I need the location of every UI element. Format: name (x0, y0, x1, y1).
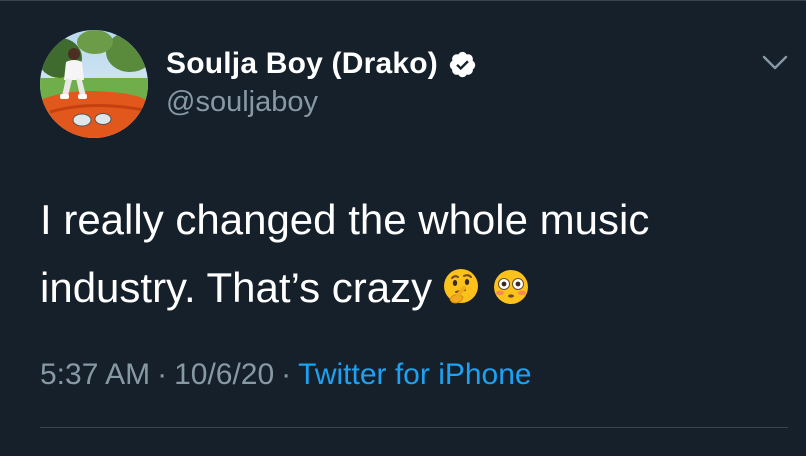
tweet-source-link[interactable]: Twitter for iPhone (298, 358, 531, 391)
tweet-detail-screen: Soulja Boy (Drako) @souljaboy I really c… (0, 0, 806, 456)
meta-separator-1: · (157, 358, 168, 391)
author-name-row: Soulja Boy (Drako) (166, 44, 477, 84)
user-avatar-photo-icon (40, 30, 148, 138)
author-display-name[interactable]: Soulja Boy (Drako) (166, 47, 438, 81)
tweet-text-line-2-text: industry. That’s crazy (40, 264, 433, 311)
thinking-face-emoji-icon (444, 269, 479, 304)
chevron-down-icon[interactable] (762, 54, 788, 72)
tweet-time: 5:37 AM (40, 358, 151, 391)
tweet-text-line-1: I really changed the whole music (40, 196, 650, 243)
author-handle[interactable]: @souljaboy (166, 86, 477, 119)
tweet-author[interactable]: Soulja Boy (Drako) @souljaboy (166, 44, 477, 119)
tweet-text: I really changed the whole music industr… (40, 186, 780, 322)
meta-separator-2: · (281, 358, 292, 391)
tweet-metadata: 5:37 AM · 10/6/20 · Twitter for iPhone (40, 358, 532, 392)
verified-badge-icon (449, 51, 476, 77)
flushed-face-emoji-icon (494, 270, 529, 304)
top-divider (0, 0, 806, 1)
avatar[interactable] (40, 30, 148, 138)
tweet-date: 10/6/20 (174, 358, 275, 391)
tweet-text-line-2: industry. That’s crazy (40, 254, 780, 322)
bottom-divider (40, 427, 788, 428)
